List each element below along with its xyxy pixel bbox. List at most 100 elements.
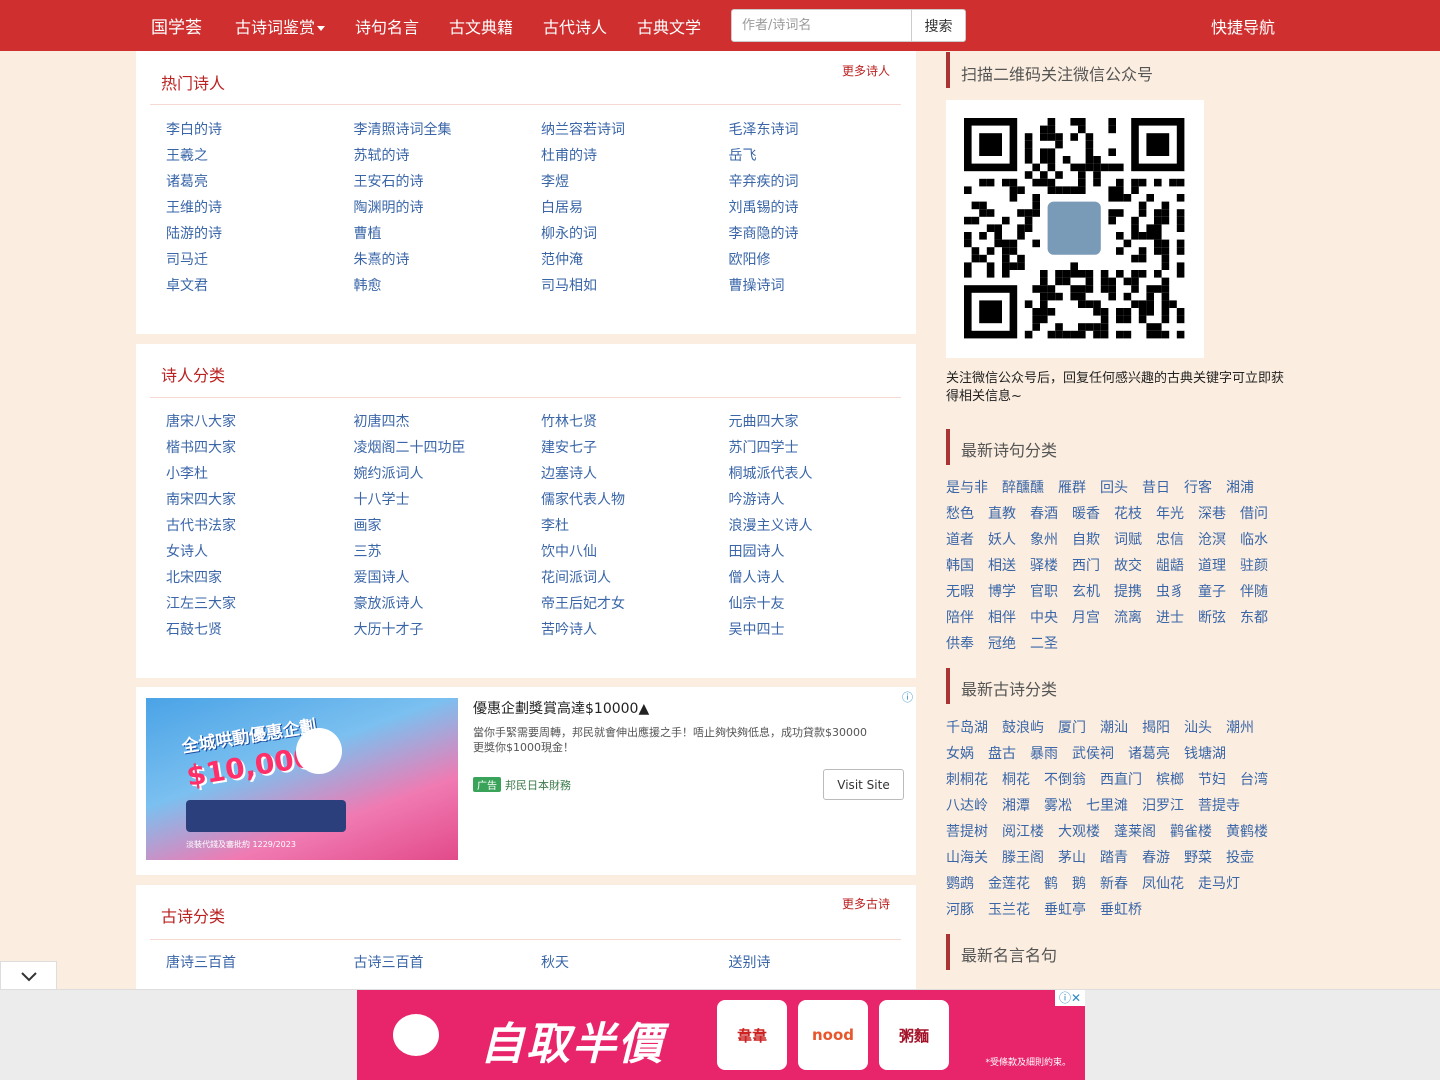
poet-link[interactable]: 诸葛亮: [166, 169, 354, 195]
poet-link[interactable]: 杜甫的诗: [541, 143, 729, 169]
poem-tag-link[interactable]: 揭阳: [1142, 715, 1170, 741]
verse-tag-link[interactable]: 断弦: [1198, 605, 1226, 631]
poet-category-link[interactable]: 浪漫主义诗人: [729, 513, 917, 539]
poem-tag-link[interactable]: 凤仙花: [1142, 871, 1184, 897]
poem-tag-link[interactable]: 鹦鹉: [946, 871, 974, 897]
poem-tag-link[interactable]: 投壶: [1226, 845, 1254, 871]
poet-category-link[interactable]: 楷书四大家: [166, 435, 354, 461]
poet-category-link[interactable]: 苏门四学士: [729, 435, 917, 461]
verse-tag-link[interactable]: 中央: [1030, 605, 1058, 631]
poem-tag-link[interactable]: 鹅: [1072, 871, 1086, 897]
poem-tag-link[interactable]: 阅江楼: [1002, 819, 1044, 845]
verse-tag-link[interactable]: 东都: [1240, 605, 1268, 631]
poet-link[interactable]: 王安石的诗: [354, 169, 542, 195]
poem-tag-link[interactable]: 西直门: [1100, 767, 1142, 793]
verse-tag-link[interactable]: 博学: [988, 579, 1016, 605]
poet-link[interactable]: 陆游的诗: [166, 221, 354, 247]
poet-category-link[interactable]: 边塞诗人: [541, 461, 729, 487]
poem-tag-link[interactable]: 茅山: [1058, 845, 1086, 871]
poem-tag-link[interactable]: 不倒翁: [1044, 767, 1086, 793]
verse-tag-link[interactable]: 进士: [1156, 605, 1184, 631]
poet-link[interactable]: 王羲之: [166, 143, 354, 169]
verse-tag-link[interactable]: 玄机: [1072, 579, 1100, 605]
poem-tag-link[interactable]: 鹳雀楼: [1170, 819, 1212, 845]
poet-link[interactable]: 卓文君: [166, 273, 354, 299]
ad-banner[interactable]: 全城哄動優惠企劃 $10,000 淡裝代錢及審批約 1229/2023 優惠企劃…: [136, 687, 916, 875]
verse-tag-link[interactable]: 道者: [946, 527, 974, 553]
nav-item-ancient-poets[interactable]: 古代诗人: [543, 14, 607, 38]
verse-tag-link[interactable]: 供奉: [946, 631, 974, 657]
poet-category-link[interactable]: 南宋四大家: [166, 487, 354, 513]
verse-tag-link[interactable]: 深巷: [1198, 501, 1226, 527]
poet-link[interactable]: 欧阳修: [729, 247, 917, 273]
poet-category-link[interactable]: 女诗人: [166, 539, 354, 565]
verse-tag-link[interactable]: 昔日: [1142, 475, 1170, 501]
poet-link[interactable]: 朱熹的诗: [354, 247, 542, 273]
poem-tag-link[interactable]: 七里滩: [1086, 793, 1128, 819]
verse-tag-link[interactable]: 年光: [1156, 501, 1184, 527]
poem-category-link[interactable]: 唐诗三百首: [166, 950, 354, 976]
poem-tag-link[interactable]: 河豚: [946, 897, 974, 923]
poet-category-link[interactable]: 田园诗人: [729, 539, 917, 565]
verse-tag-link[interactable]: 暖香: [1072, 501, 1100, 527]
poet-category-link[interactable]: 吴中四士: [729, 617, 917, 643]
verse-tag-link[interactable]: 湘浦: [1226, 475, 1254, 501]
poem-tag-link[interactable]: 节妇: [1198, 767, 1226, 793]
poet-category-link[interactable]: 仙宗十友: [729, 591, 917, 617]
verse-tag-link[interactable]: 是与非: [946, 475, 988, 501]
poem-tag-link[interactable]: 潮州: [1226, 715, 1254, 741]
nav-item-classics[interactable]: 古文典籍: [449, 14, 513, 38]
poet-category-link[interactable]: 初唐四杰: [354, 409, 542, 435]
poet-link[interactable]: 辛弃疾的词: [729, 169, 917, 195]
verse-tag-link[interactable]: 童子: [1198, 579, 1226, 605]
verse-tag-link[interactable]: 愁色: [946, 501, 974, 527]
poem-tag-link[interactable]: 春游: [1142, 845, 1170, 871]
poem-tag-link[interactable]: 山海关: [946, 845, 988, 871]
poem-tag-link[interactable]: 八达岭: [946, 793, 988, 819]
nav-item-poetry-appreciation[interactable]: 古诗词鉴赏: [235, 14, 326, 38]
verse-tag-link[interactable]: 虫豸: [1156, 579, 1184, 605]
more-poets-link[interactable]: 更多诗人: [842, 62, 890, 79]
poem-tag-link[interactable]: 雾凇: [1044, 793, 1072, 819]
nav-item-classical-literature[interactable]: 古典文学: [637, 14, 701, 38]
poet-category-link[interactable]: 凌烟阁二十四功臣: [354, 435, 542, 461]
poet-link[interactable]: 李清照诗词全集: [354, 117, 542, 143]
poet-category-link[interactable]: 爱国诗人: [354, 565, 542, 591]
poem-tag-link[interactable]: 菩提寺: [1198, 793, 1240, 819]
poet-category-link[interactable]: 石鼓七贤: [166, 617, 354, 643]
poem-tag-link[interactable]: 武侯祠: [1072, 741, 1114, 767]
verse-tag-link[interactable]: 提携: [1114, 579, 1142, 605]
poet-category-link[interactable]: 十八学士: [354, 487, 542, 513]
verse-tag-link[interactable]: 忠信: [1156, 527, 1184, 553]
poem-category-link[interactable]: 秋天: [541, 950, 729, 976]
ad-close-icon[interactable]: ⓘ✕: [1055, 990, 1085, 1006]
poet-category-link[interactable]: 饮中八仙: [541, 539, 729, 565]
poem-tag-link[interactable]: 湘潭: [1002, 793, 1030, 819]
poet-category-link[interactable]: 吟游诗人: [729, 487, 917, 513]
poet-category-link[interactable]: 李杜: [541, 513, 729, 539]
verse-tag-link[interactable]: 西门: [1072, 553, 1100, 579]
verse-tag-link[interactable]: 花枝: [1114, 501, 1142, 527]
poet-category-link[interactable]: 元曲四大家: [729, 409, 917, 435]
poem-tag-link[interactable]: 潮汕: [1100, 715, 1128, 741]
poet-category-link[interactable]: 婉约派词人: [354, 461, 542, 487]
poet-link[interactable]: 柳永的词: [541, 221, 729, 247]
poet-link[interactable]: 司马迁: [166, 247, 354, 273]
verse-tag-link[interactable]: 故交: [1114, 553, 1142, 579]
verse-tag-link[interactable]: 相伴: [988, 605, 1016, 631]
verse-tag-link[interactable]: 伴随: [1240, 579, 1268, 605]
poet-link[interactable]: 白居易: [541, 195, 729, 221]
poet-link[interactable]: 曹操诗词: [729, 273, 917, 299]
search-input[interactable]: [731, 9, 912, 42]
poem-tag-link[interactable]: 玉兰花: [988, 897, 1030, 923]
poem-tag-link[interactable]: 踏青: [1100, 845, 1128, 871]
ad-image[interactable]: 全城哄動優惠企劃 $10,000 淡裝代錢及審批約 1229/2023: [146, 698, 458, 860]
poem-tag-link[interactable]: 女娲: [946, 741, 974, 767]
poem-tag-link[interactable]: 鼓浪屿: [1002, 715, 1044, 741]
verse-tag-link[interactable]: 驿楼: [1030, 553, 1058, 579]
poet-category-link[interactable]: 桐城派代表人: [729, 461, 917, 487]
poem-tag-link[interactable]: 蓬莱阁: [1114, 819, 1156, 845]
verse-tag-link[interactable]: 韩国: [946, 553, 974, 579]
poem-tag-link[interactable]: 槟榔: [1156, 767, 1184, 793]
poet-link[interactable]: 曹植: [354, 221, 542, 247]
